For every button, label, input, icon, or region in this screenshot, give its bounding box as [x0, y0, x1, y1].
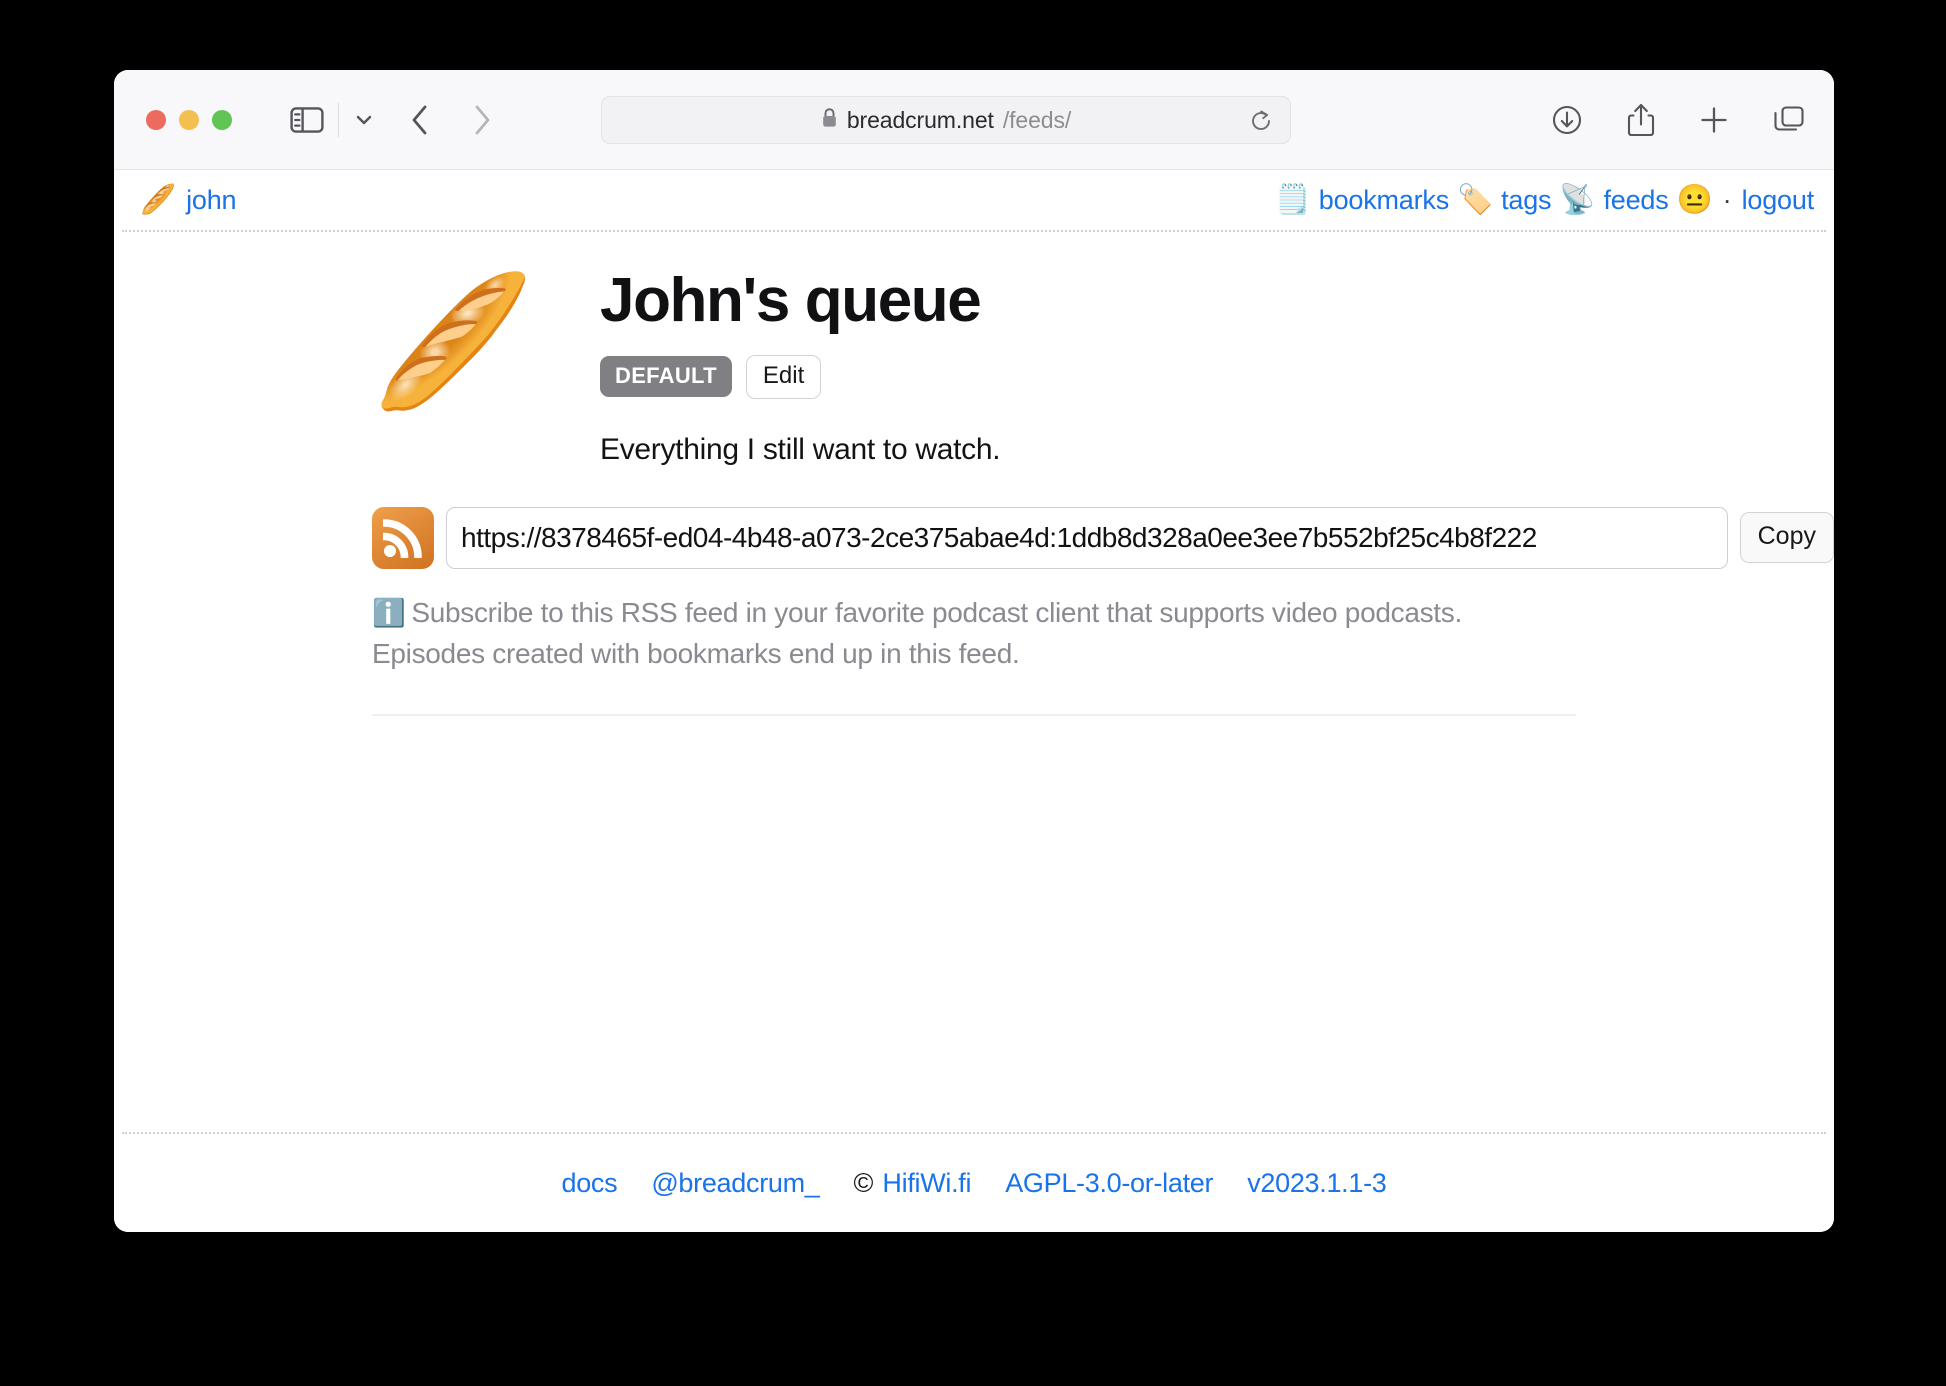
sidebar-toggle-icon[interactable]	[290, 106, 324, 134]
site-navigation: 🥖 john 🗒️ bookmarks 🏷️ tags 📡 feeds 😐 · …	[122, 170, 1826, 232]
nav-link-bookmarks[interactable]: bookmarks	[1319, 185, 1449, 216]
copy-button[interactable]: Copy	[1739, 512, 1834, 564]
share-icon[interactable]	[1626, 102, 1656, 138]
edit-button[interactable]: Edit	[745, 354, 822, 399]
nav-link-feeds[interactable]: feeds	[1603, 185, 1668, 216]
feed-description: Everything I still want to watch.	[600, 432, 1001, 466]
browser-window: breadcrum.net /feeds/ 🥖 john 🗒️ bookmark…	[114, 70, 1834, 1232]
feed-header: 🥖 John's queue DEFAULT Edit Everything I…	[114, 266, 1834, 467]
url-domain: breadcrum.net	[846, 106, 994, 133]
copyright-icon: ©	[853, 1167, 874, 1198]
neutral-face-icon: 😐	[1676, 183, 1713, 216]
rss-feed-row: Copy	[114, 506, 1834, 569]
back-arrow-icon[interactable]	[409, 103, 433, 137]
rss-info-message: Subscribe to this RSS feed in your favor…	[372, 596, 1462, 669]
satellite-antenna-icon: 📡	[1559, 183, 1596, 216]
nav-link-tags[interactable]: tags	[1501, 185, 1551, 216]
nav-separator: ·	[1722, 184, 1732, 215]
information-icon: ℹ️	[372, 597, 406, 628]
site-footer: docs @breadcrum_ © HifiWi.fi AGPL-3.0-or…	[122, 1132, 1826, 1232]
notepad-icon: 🗒️	[1274, 183, 1311, 216]
browser-toolbar: breadcrum.net /feeds/	[114, 70, 1834, 170]
feed-avatar-baguette-icon: 🥖	[372, 268, 534, 414]
forward-arrow-icon[interactable]	[469, 103, 493, 137]
tab-overview-icon[interactable]	[1772, 104, 1806, 136]
content-divider	[372, 714, 1576, 717]
page-content: 🥖 john 🗒️ bookmarks 🏷️ tags 📡 feeds 😐 · …	[114, 170, 1834, 1232]
plus-icon[interactable]	[1698, 104, 1730, 136]
reload-icon[interactable]	[1248, 108, 1274, 139]
rss-url-input[interactable]	[446, 506, 1728, 569]
footer-link-version[interactable]: v2023.1.1-3	[1247, 1168, 1387, 1199]
address-bar-content: breadcrum.net /feeds/	[821, 107, 1071, 134]
url-path: /feeds/	[1002, 106, 1072, 133]
downloads-icon[interactable]	[1550, 103, 1584, 137]
toolbar-right-actions	[1550, 70, 1806, 170]
footer-link-docs[interactable]: docs	[561, 1168, 617, 1199]
close-window-button[interactable]	[146, 109, 166, 130]
feed-meta-row: DEFAULT Edit	[600, 354, 1000, 399]
site-nav-left: 🥖 john	[136, 183, 237, 216]
site-nav-right: 🗒️ bookmarks 🏷️ tags 📡 feeds 😐 · logout	[1274, 183, 1815, 216]
status-badge-default: DEFAULT	[600, 356, 732, 398]
maximize-window-button[interactable]	[212, 109, 232, 130]
footer-link-license[interactable]: AGPL-3.0-or-later	[1005, 1168, 1213, 1199]
chevron-down-icon[interactable]	[338, 102, 375, 137]
rss-info-text: ℹ️ Subscribe to this RSS feed in your fav…	[114, 593, 1834, 674]
nav-link-logout[interactable]: logout	[1742, 185, 1815, 216]
footer-link-copyright-owner[interactable]: HifiWi.fi	[882, 1168, 971, 1199]
tag-icon: 🏷️	[1457, 183, 1494, 216]
nav-link-john[interactable]: john	[186, 185, 236, 216]
window-controls	[146, 109, 232, 130]
copyright-group: © HifiWi.fi	[854, 1168, 972, 1199]
minimize-window-button[interactable]	[179, 109, 199, 130]
page-title: John's queue	[600, 266, 982, 335]
baguette-icon: 🥖	[140, 183, 177, 216]
rss-icon	[372, 506, 434, 569]
lock-icon	[821, 107, 838, 134]
footer-link-handle[interactable]: @breadcrum_	[651, 1168, 819, 1199]
main-region: 🥖 John's queue DEFAULT Edit Everything I…	[114, 232, 1834, 717]
address-bar[interactable]: breadcrum.net /feeds/	[601, 96, 1291, 144]
